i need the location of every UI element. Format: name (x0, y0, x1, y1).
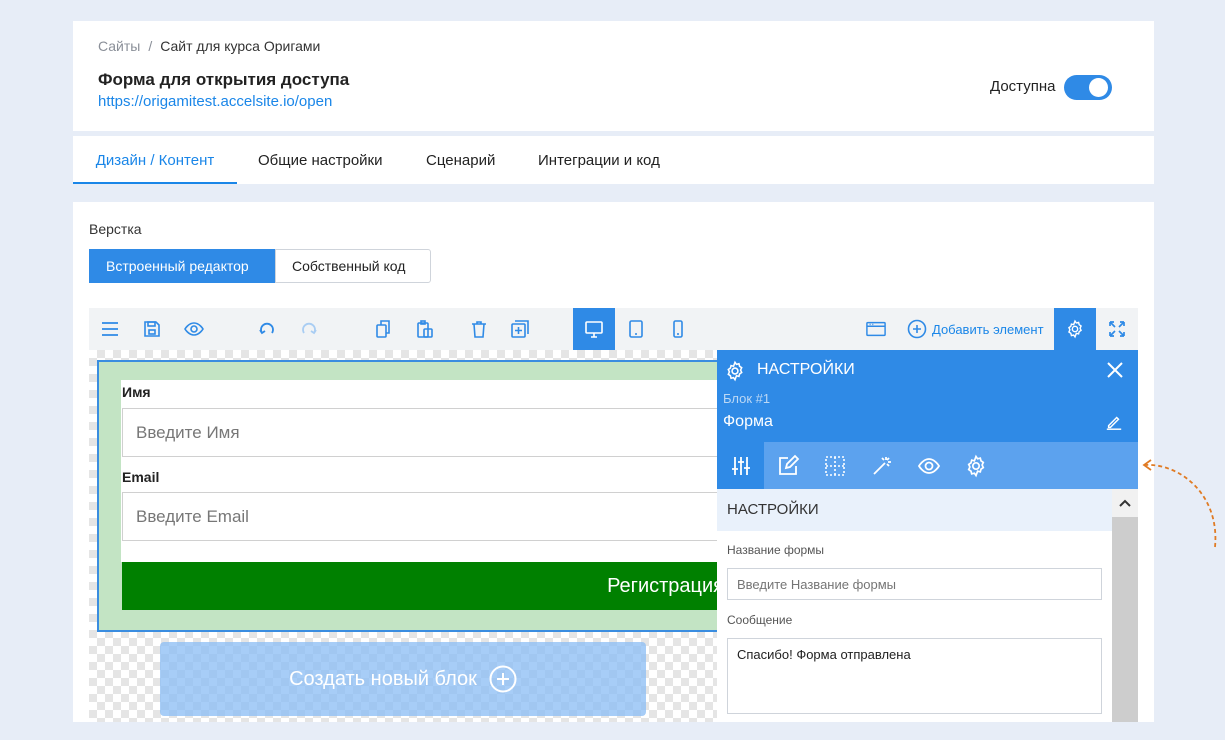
create-new-block-button[interactable]: Создать новый блок (160, 642, 646, 716)
delete-icon[interactable] (458, 308, 500, 350)
breadcrumb-root-link[interactable]: Сайты (98, 38, 140, 54)
close-icon[interactable] (1105, 360, 1125, 380)
page-title: Форма для открытия доступа (98, 70, 350, 89)
form-name-input[interactable] (727, 568, 1102, 600)
available-label: Доступна (990, 78, 1056, 95)
paste-icon[interactable] (404, 308, 446, 350)
duplicate-add-icon[interactable] (499, 308, 541, 350)
breadcrumb: Сайты / Сайт для курса Оригами (98, 38, 320, 54)
save-icon[interactable] (131, 308, 173, 350)
panel-scrollbar[interactable] (1112, 489, 1138, 722)
available-toggle[interactable] (1064, 75, 1112, 100)
name-field-label: Имя (122, 384, 151, 400)
form-block[interactable]: Имя Введите Имя Email Введите Email Реги… (97, 360, 811, 632)
annotation-arrow-icon (1142, 459, 1217, 548)
settings-panel-header: НАСТРОЙКИ Блок #1 Форма (717, 350, 1138, 442)
menu-icon[interactable] (89, 308, 131, 350)
message-textarea[interactable]: Спасибо! Форма отправлена (727, 638, 1102, 714)
toggle-knob (1089, 78, 1108, 97)
name-input[interactable]: Введите Имя (122, 408, 782, 457)
block-name: Форма (723, 413, 773, 430)
builtin-editor-button[interactable]: Встроенный редактор (89, 249, 275, 283)
layout-label: Верстка (89, 221, 142, 237)
browser-window-icon[interactable] (855, 308, 897, 350)
email-input[interactable]: Введите Email (122, 492, 782, 541)
magic-wand-icon[interactable] (858, 442, 905, 489)
fullscreen-icon[interactable] (1096, 308, 1138, 350)
add-element-button[interactable]: Добавить элемент (907, 308, 1044, 350)
editor-toolbar: Добавить элемент (89, 308, 1138, 350)
panel-gear-icon (727, 360, 743, 382)
add-circle-icon (907, 319, 927, 339)
scroll-up-icon[interactable] (1112, 489, 1138, 517)
settings-panel: НАСТРОЙКИ Блок #1 Форма НАСТРОЙКИ Назван… (717, 350, 1138, 722)
redo-icon[interactable] (288, 308, 330, 350)
undo-icon[interactable] (246, 308, 288, 350)
copy-icon[interactable] (362, 308, 404, 350)
plus-circle-icon (489, 665, 517, 693)
tab-scenario[interactable]: Сценарий (426, 136, 495, 184)
tab-general-settings[interactable]: Общие настройки (258, 136, 383, 184)
editor-card: Верстка Встроенный редактор Собственный … (73, 202, 1154, 722)
tab-bar: Дизайн / Контент Общие настройки Сценари… (73, 136, 1154, 184)
preview-eye-icon[interactable] (173, 308, 215, 350)
rename-pencil-icon[interactable] (1105, 413, 1123, 431)
custom-code-button[interactable]: Собственный код (275, 249, 431, 283)
form-name-label: Название формы (727, 543, 825, 557)
tab-integrations[interactable]: Интеграции и код (538, 136, 660, 184)
settings-gear-icon[interactable] (1054, 308, 1096, 350)
register-button[interactable]: Регистрация (122, 562, 782, 610)
sliders-icon[interactable] (717, 442, 764, 489)
breadcrumb-current: Сайт для курса Оригами (160, 38, 321, 54)
gear-icon[interactable] (952, 442, 999, 489)
edit-icon[interactable] (764, 442, 811, 489)
eye-icon[interactable] (905, 442, 952, 489)
settings-panel-tabs (717, 442, 1138, 489)
tab-design-content[interactable]: Дизайн / Контент (73, 136, 237, 184)
mobile-icon[interactable] (657, 308, 699, 350)
block-number: Блок #1 (723, 391, 771, 406)
page-url-link[interactable]: https://origamitest.accelsite.io/open (98, 93, 332, 110)
add-element-label: Добавить элемент (932, 321, 1044, 337)
create-new-block-label: Создать новый блок (289, 667, 477, 690)
settings-panel-title: НАСТРОЙКИ (757, 361, 855, 378)
page-header: Сайты / Сайт для курса Оригами Форма для о… (73, 21, 1154, 131)
settings-section-title: НАСТРОЙКИ (717, 489, 1112, 531)
tablet-icon[interactable] (615, 308, 657, 350)
desktop-icon[interactable] (573, 308, 615, 350)
message-label: Сообщение (727, 613, 793, 627)
grid-icon[interactable] (811, 442, 858, 489)
breadcrumb-separator: / (148, 38, 153, 54)
email-field-label: Email (122, 469, 160, 485)
